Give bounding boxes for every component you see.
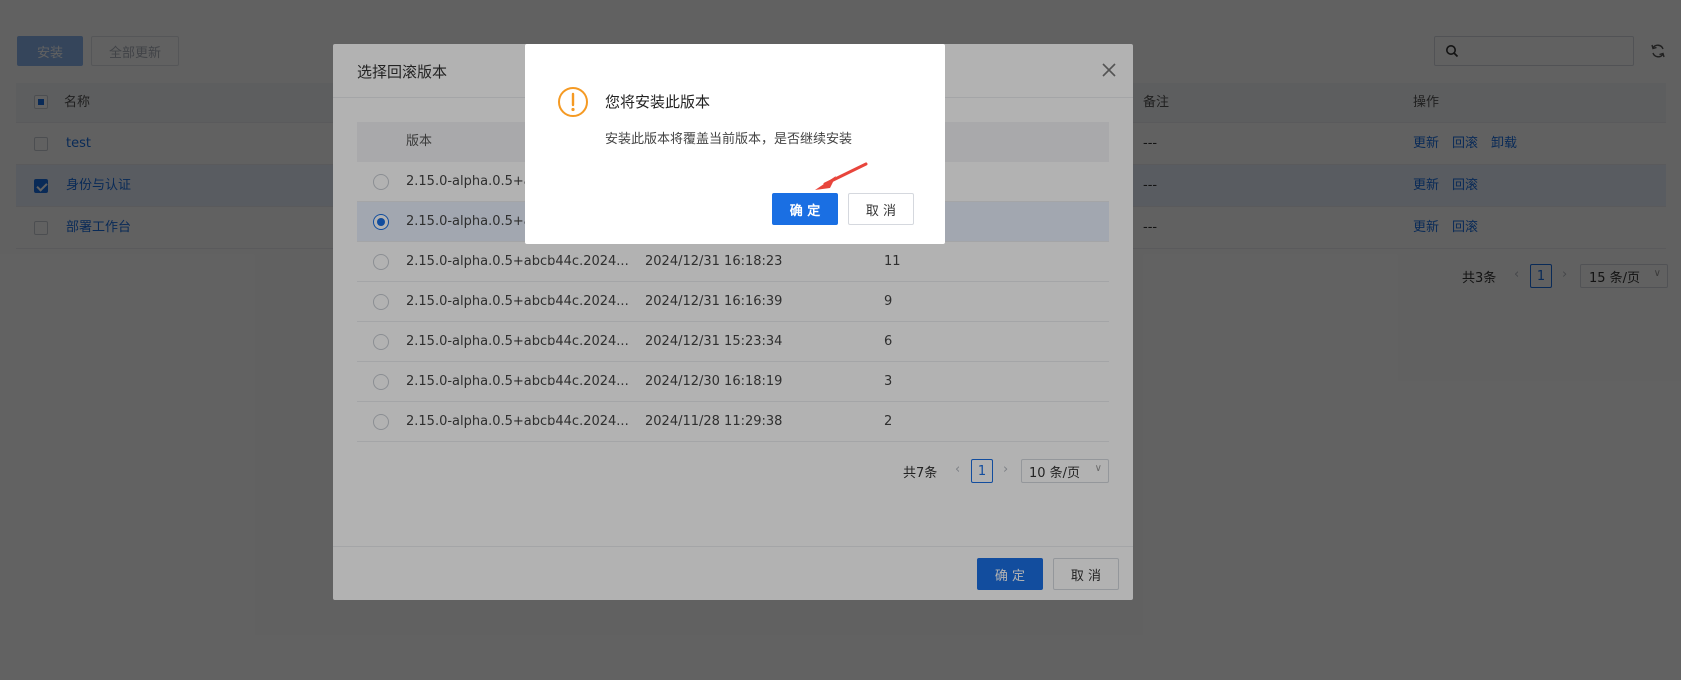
confirm-dialog: 您将安装此版本 安装此版本将覆盖当前版本，是否继续安装 确 定 取 消 bbox=[525, 44, 945, 244]
confirm-cancel-button[interactable]: 取 消 bbox=[848, 193, 914, 225]
confirm-ok-button[interactable]: 确 定 bbox=[772, 193, 838, 225]
confirm-body: 安装此版本将覆盖当前版本，是否继续安装 bbox=[605, 132, 853, 147]
confirm-title: 您将安装此版本 bbox=[605, 93, 711, 111]
warning-icon bbox=[558, 87, 588, 117]
